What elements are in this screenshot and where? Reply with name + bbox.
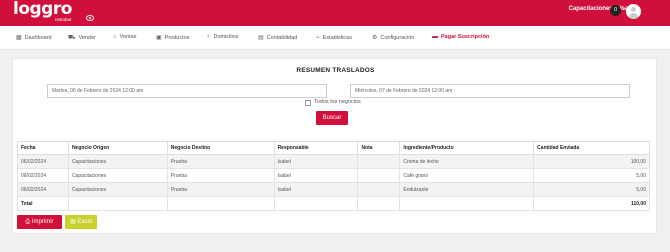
nav-label: Estadisticas [322,34,352,41]
col-nota[interactable]: Nota [357,141,401,155]
tag-icon: ⌂ [113,34,117,40]
calculator-icon: ▤ [258,35,264,41]
nav-label: Pagar Suscripción [441,34,490,40]
nav-item-pagar-suscripcion[interactable]: ▬ Pagar Suscripción [432,34,489,40]
table-row: 06/02/2024 Capacitaciones Prueba Isabel … [17,154,650,169]
nav-item-contabilidad[interactable]: ▤ Contabilidad [258,34,298,42]
print-label: Imprimir [31,219,54,225]
table-total-row: Total 110,00 [17,196,650,211]
cell-destino: Prueba [166,154,275,169]
cell-responsable: Isabel [273,168,359,183]
cell-fecha: 06/02/2024 [17,182,69,197]
cell-ingrediente: Endulzante [399,182,535,197]
cell-nota [357,182,401,197]
col-cantidad[interactable]: Cantidad Enviada [533,141,650,155]
col-negocio-destino[interactable]: Negocio Destino [166,141,275,155]
cell-responsable: Isabel [273,154,359,169]
table-row: 06/02/2024 Capacitaciones Prueba Isabel … [17,182,650,197]
transfers-summary-card: RESUMEN TRASLADOS Martes, 06 de Febrero … [12,58,657,234]
cell-origen: Capacitaciones [67,154,168,169]
print-button[interactable]: ⎙ Imprimir [17,215,62,229]
nav-item-domicilios[interactable]: ♁ Domicilios [206,34,239,40]
col-responsable[interactable]: Responsable [273,141,359,155]
nav-label: Domicilios [213,34,239,40]
col-fecha[interactable]: Fecha [17,141,69,155]
date-to-input[interactable]: Miércoles, 07 de Febrero de 2024 12:00 a… [350,84,630,98]
cell-destino: Prueba [166,168,275,183]
credit-card-icon: ▬ [432,34,438,40]
nav-item-ventas[interactable]: ⌂ Ventas [113,34,136,40]
main-nav: ▦ Dashboard ⛟ Vender ⌂ Ventas ▣ Producto… [0,26,670,50]
grid-icon: ▦ [16,35,22,41]
table-header-row: Fecha Negocio Origen Negocio Destino Res… [17,141,650,155]
date-from-input[interactable]: Martes, 06 de Febrero de 2024 12:00 am [47,84,327,98]
avatar[interactable] [626,4,641,19]
cell-cantidad: 100,00 [533,154,650,169]
cell-ingrediente: Crema de leche [399,154,535,169]
logo-subtitle: restobar [55,17,72,22]
all-businesses-checkbox[interactable] [305,100,311,106]
box-icon: ▣ [156,35,162,41]
top-bar: loggro restobar Capacitaciones - Isabel … [0,0,670,26]
search-button[interactable]: Buscar [316,111,348,125]
nav-label: Vender [78,35,96,41]
cell-nota [357,168,401,183]
cell-origen: Capacitaciones [67,168,168,183]
cell-cantidad: 5,00 [533,182,650,197]
cell-fecha: 06/02/2024 [17,168,69,183]
chart-line-icon: ⌁ [316,35,320,41]
loggro-logo[interactable]: loggro restobar [13,0,77,24]
cell-origen: Capacitaciones [67,182,168,197]
nav-label: Dashboard [24,34,52,41]
page-title: RESUMEN TRASLADOS [296,67,375,74]
cell-cantidad: 5,00 [533,168,650,183]
cell-fecha: 06/02/2024 [17,154,69,169]
nav-item-estadisticas[interactable]: ⌁ Estadisticas [316,34,352,42]
cell-ingrediente: Café grano [399,168,535,183]
col-negocio-origen[interactable]: Negocio Origen [67,141,168,155]
nav-item-dashboard[interactable]: ▦ Dashboard [16,34,52,42]
cell-nota [357,154,401,169]
nav-label: Contabilidad [266,34,298,41]
nav-item-vender[interactable]: ⛟ Vender [68,34,96,42]
eye-icon[interactable] [86,15,94,21]
excel-button[interactable]: ▤ Excel [65,215,97,229]
excel-label: Excel [77,219,92,225]
cell-destino: Prueba [166,182,275,197]
nav-item-configuracion[interactable]: ⚙ Configuración [372,34,415,42]
all-businesses-label: Todos los negocios [314,99,361,105]
total-value: 110,00 [533,196,650,211]
nav-label: Productos [164,34,190,41]
gear-icon: ⚙ [372,35,378,41]
total-label: Total [17,196,69,211]
nav-label: Configuración [380,34,415,41]
nav-label: Ventas [119,34,137,40]
col-ingrediente[interactable]: Ingrediente/Producto [399,141,535,155]
transfers-table: Fecha Negocio Origen Negocio Destino Res… [17,141,650,211]
nav-item-productos[interactable]: ▣ Productos [156,34,190,42]
bike-icon: ♁ [206,34,211,40]
cell-responsable: Isabel [273,182,359,197]
table-row: 06/02/2024 Capacitaciones Prueba Isabel … [17,168,650,183]
notification-badge[interactable]: 0 [610,5,621,16]
cart-icon: ⛟ [68,35,76,41]
